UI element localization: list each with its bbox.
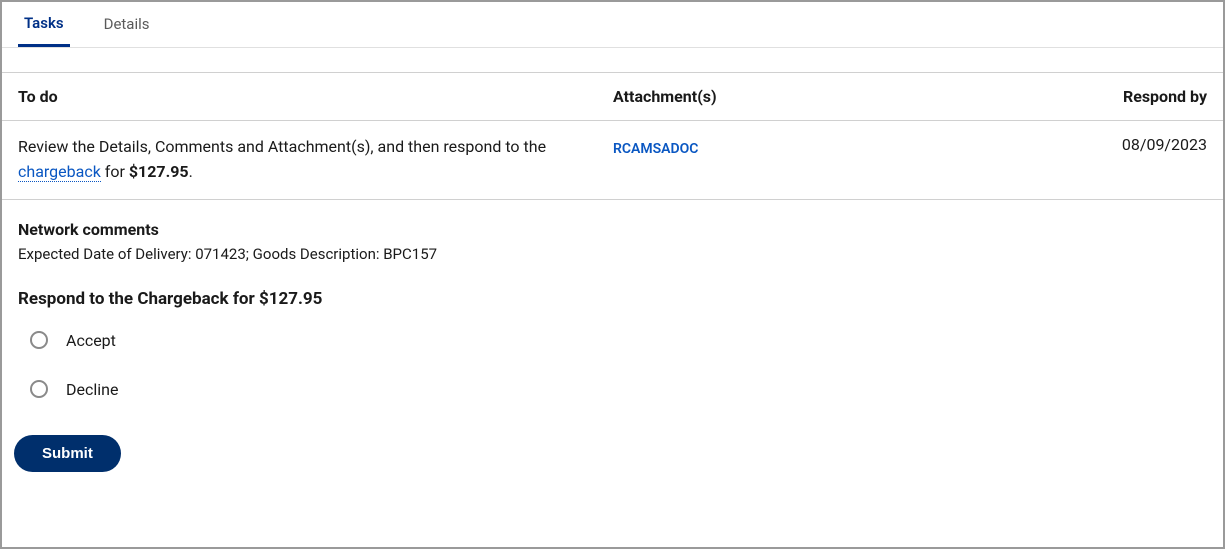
radio-decline-label: Decline [66,380,118,399]
tab-details[interactable]: Details [98,1,156,47]
task-table-header: To do Attachment(s) Respond by [2,72,1223,121]
col-header-todo: To do [18,87,613,106]
radio-decline[interactable]: Decline [30,380,1207,399]
task-text-post: . [189,162,193,181]
respond-by-date: 08/09/2023 [1023,135,1207,185]
tab-tasks[interactable]: Tasks [18,1,70,47]
task-text-mid: for [101,162,129,181]
radio-circle-icon [30,331,48,349]
task-description: Review the Details, Comments and Attachm… [18,135,613,185]
task-text-pre: Review the Details, Comments and Attachm… [18,137,546,156]
radio-accept[interactable]: Accept [30,331,1207,350]
submit-button[interactable]: Submit [14,435,121,472]
respond-heading: Respond to the Chargeback for $127.95 [18,289,1207,309]
detail-panel: Network comments Expected Date of Delive… [2,200,1223,496]
radio-circle-icon [30,380,48,398]
col-header-attachments: Attachment(s) [613,87,1023,106]
col-header-respond-by: Respond by [1023,87,1207,106]
network-comments-body: Expected Date of Delivery: 071423; Goods… [18,245,1207,263]
attachment-link[interactable]: RCAMSADOC [613,135,698,157]
tab-bar: Tasks Details [2,2,1223,48]
task-amount: $127.95 [129,162,189,181]
task-row: Review the Details, Comments and Attachm… [2,121,1223,200]
network-comments-heading: Network comments [18,220,1207,239]
chargeback-link[interactable]: chargeback [18,162,101,182]
radio-accept-label: Accept [66,331,116,350]
